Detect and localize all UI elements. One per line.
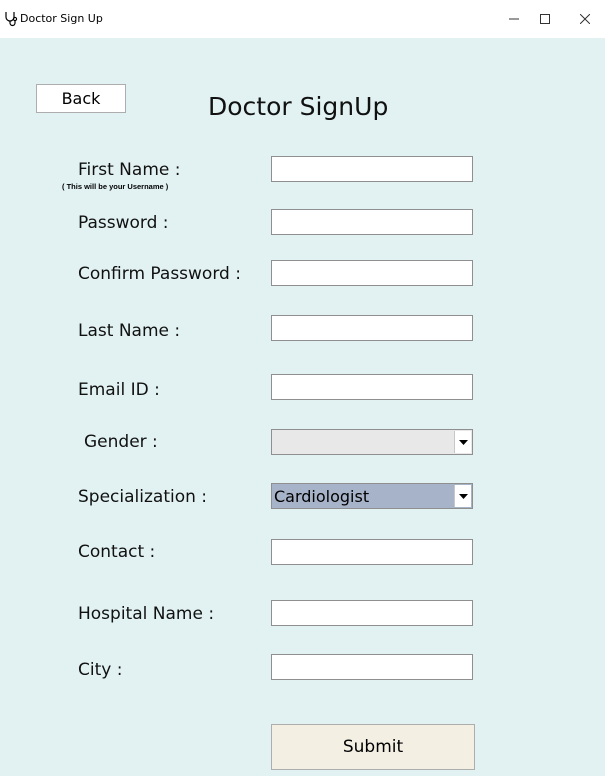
chevron-down-icon[interactable] — [454, 431, 471, 453]
city-input[interactable] — [271, 654, 473, 680]
title-bar[interactable]: Doctor Sign Up — [0, 0, 605, 38]
gender-dropdown[interactable] — [271, 429, 473, 455]
specialization-dropdown[interactable]: Cardiologist — [271, 483, 473, 509]
first-name-input[interactable] — [271, 156, 473, 182]
maximize-icon — [540, 14, 550, 24]
password-label: Password : — [78, 213, 169, 233]
contact-input[interactable] — [271, 539, 473, 565]
page-title: Doctor SignUp — [208, 92, 389, 121]
specialization-value: Cardiologist — [274, 487, 370, 506]
minimize-icon — [509, 14, 519, 24]
window-title: Doctor Sign Up — [20, 12, 103, 25]
form-window: Back Doctor SignUp First Name : ( This w… — [0, 38, 605, 776]
back-button[interactable]: Back — [36, 84, 126, 113]
confirm-password-label: Confirm Password : — [78, 264, 241, 284]
email-input[interactable] — [271, 374, 473, 400]
username-hint: ( This will be your Username ) — [62, 182, 169, 191]
confirm-password-input[interactable] — [271, 260, 473, 286]
hospital-name-input[interactable] — [271, 600, 473, 626]
close-button[interactable] — [562, 0, 605, 38]
email-label: Email ID : — [78, 380, 160, 400]
chevron-down-icon[interactable] — [454, 485, 471, 507]
first-name-label: First Name : — [78, 160, 181, 180]
stethoscope-icon — [4, 11, 18, 27]
gender-label: Gender : — [84, 432, 158, 452]
city-label: City : — [78, 660, 123, 680]
last-name-label: Last Name : — [78, 321, 181, 341]
close-icon — [580, 14, 590, 24]
last-name-input[interactable] — [271, 315, 473, 341]
password-input[interactable] — [271, 209, 473, 235]
specialization-label: Specialization : — [78, 487, 208, 507]
submit-button[interactable]: Submit — [271, 724, 475, 770]
contact-label: Contact : — [78, 542, 156, 562]
hospital-name-label: Hospital Name : — [78, 604, 215, 624]
